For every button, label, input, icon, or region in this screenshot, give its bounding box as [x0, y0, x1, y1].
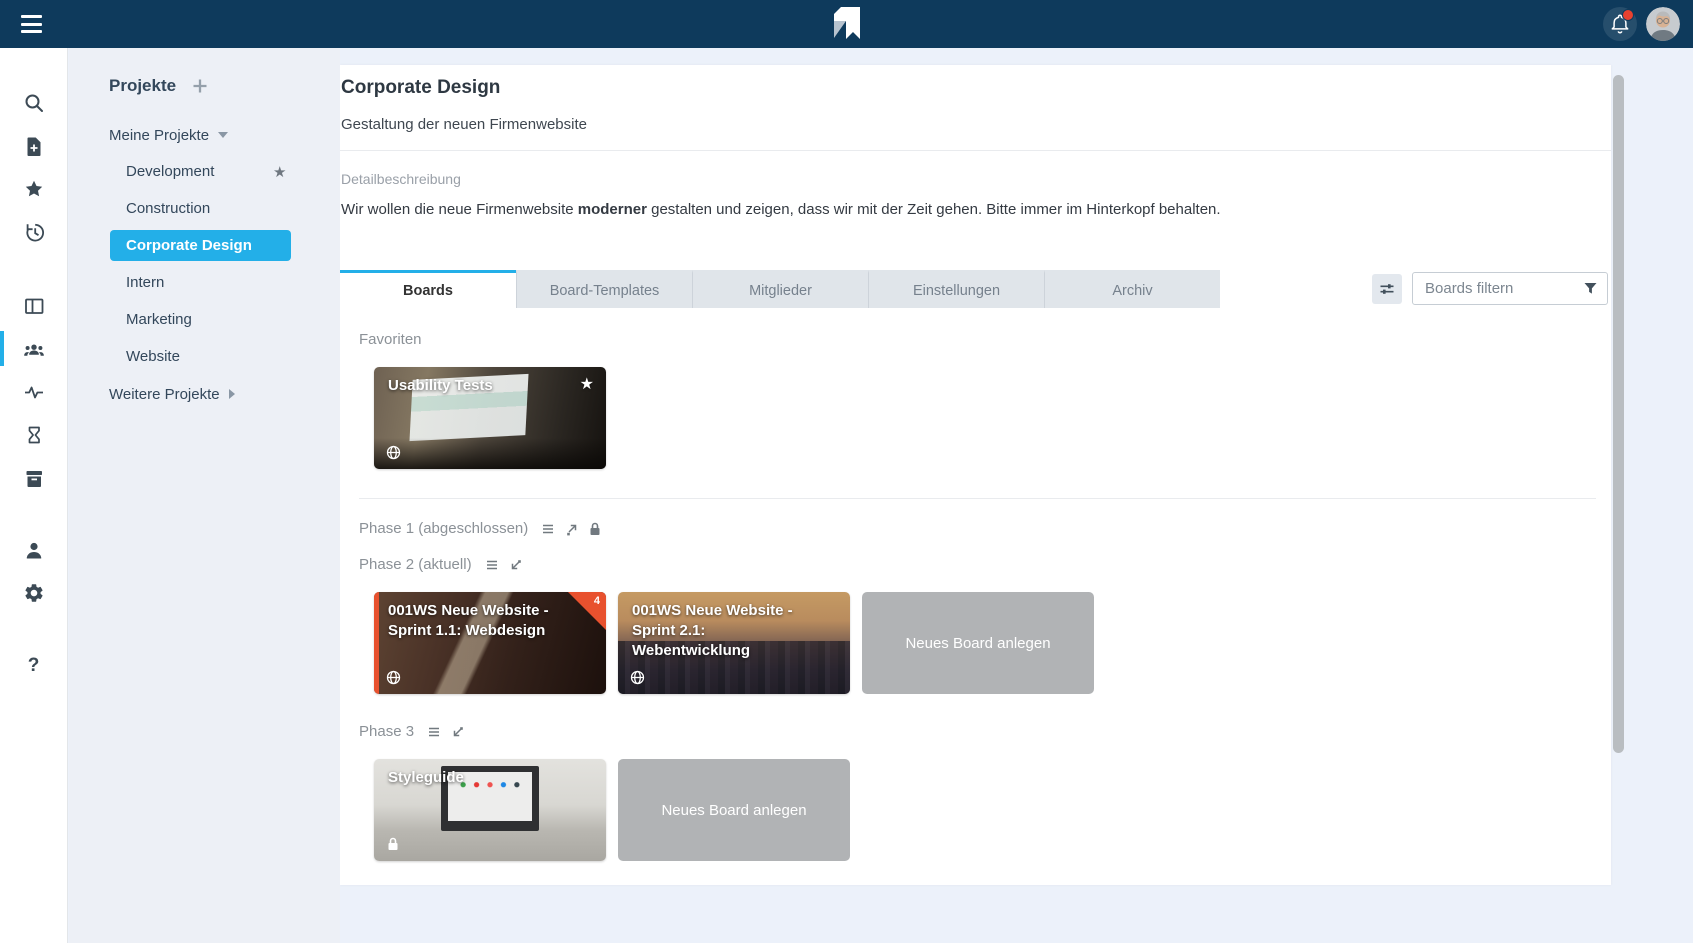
- lock-icon: [386, 836, 400, 852]
- section-header-phase3: Phase 3: [359, 723, 1611, 740]
- more-projects-label: Weitere Projekte: [109, 386, 220, 403]
- sidebar-item-archive[interactable]: [0, 456, 67, 499]
- section-label-phase3: Phase 3: [359, 723, 414, 740]
- section-label-phase2: Phase 2 (aktuell): [359, 556, 472, 573]
- help-icon: ?: [28, 655, 40, 677]
- expand-section-icon[interactable]: [564, 521, 580, 537]
- activity-pulse-icon: [23, 381, 45, 403]
- sidebar-item-settings[interactable]: [0, 571, 67, 614]
- page-subtitle: Gestaltung der neuen Firmenwebsite: [341, 116, 1611, 133]
- board-card-usability-tests[interactable]: Usability Tests ★: [374, 367, 606, 469]
- projects-title: Projekte: [109, 76, 176, 96]
- project-item-development[interactable]: Development ★: [69, 153, 340, 190]
- project-group-label: Meine Projekte: [109, 127, 209, 144]
- project-sidebar: Projekte Meine Projekte Development ★ Co…: [69, 48, 340, 943]
- groups-icon: [23, 338, 45, 360]
- topbar-actions: [1603, 7, 1680, 41]
- history-icon: [23, 221, 45, 243]
- gear-icon: [23, 582, 45, 604]
- add-project-button[interactable]: [192, 78, 208, 94]
- sidebar-item-search[interactable]: [0, 81, 67, 124]
- board-card-sprint-2-1[interactable]: 001WS Neue Website - Sprint 2.1: Webentw…: [618, 592, 850, 694]
- boards-filter-field: [1412, 272, 1608, 305]
- boards-filter-input[interactable]: [1423, 279, 1583, 298]
- new-board-button[interactable]: Neues Board anlegen: [862, 592, 1094, 694]
- board-favorite-star-icon[interactable]: ★: [580, 374, 594, 394]
- page-title: Corporate Design: [341, 77, 1611, 99]
- topbar: [0, 0, 1693, 48]
- vertical-scrollbar[interactable]: [1613, 75, 1624, 753]
- lock-icon: [588, 521, 602, 537]
- notification-badge: [1622, 9, 1634, 21]
- globe-icon: [630, 670, 645, 685]
- notifications-bell-icon[interactable]: [1603, 7, 1637, 41]
- board-columns-icon: [23, 295, 45, 317]
- section-menu-icon[interactable]: [426, 724, 442, 740]
- project-item-corporate-design[interactable]: Corporate Design: [69, 227, 340, 264]
- sidebar-item-favorites[interactable]: [0, 167, 67, 210]
- project-group-weitere-projekte[interactable]: Weitere Projekte: [69, 375, 340, 404]
- project-list: Development ★ Construction Corporate Des…: [69, 153, 340, 375]
- hourglass-icon: [23, 424, 45, 446]
- app-window: ? Projekte Meine Projekte Development ★ …: [0, 0, 1693, 943]
- project-item-marketing[interactable]: Marketing: [69, 301, 340, 338]
- sidebar-item-boards[interactable]: [0, 284, 67, 327]
- board-card-styleguide[interactable]: Styleguide: [374, 759, 606, 861]
- globe-icon: [386, 445, 401, 460]
- project-group-meine-projekte[interactable]: Meine Projekte: [69, 98, 340, 145]
- person-icon: [23, 539, 45, 561]
- section-header-phase2: Phase 2 (aktuell): [359, 556, 1611, 573]
- card-accent-stripe: [374, 592, 379, 694]
- description-label: Detailbeschreibung: [341, 171, 1611, 187]
- tune-icon: [1378, 280, 1396, 298]
- sidebar-item-history[interactable]: [0, 210, 67, 253]
- collapse-section-icon[interactable]: [508, 557, 524, 573]
- sidebar-item-profile[interactable]: [0, 528, 67, 571]
- globe-icon: [386, 670, 401, 685]
- notification-corner-badge: [568, 592, 606, 630]
- chevron-down-icon: [218, 132, 228, 138]
- section-menu-icon[interactable]: [484, 557, 500, 573]
- tab-einstellungen[interactable]: Einstellungen: [868, 270, 1044, 308]
- tab-mitglieder[interactable]: Mitglieder: [692, 270, 868, 308]
- filter-funnel-icon[interactable]: [1583, 281, 1598, 296]
- sidebar-item-new-note[interactable]: [0, 124, 67, 167]
- board-card-sprint-1-1[interactable]: 4 001WS Neue Website - Sprint 1.1: Webde…: [374, 592, 606, 694]
- collapse-section-icon[interactable]: [450, 724, 466, 740]
- new-board-button[interactable]: Neues Board anlegen: [618, 759, 850, 861]
- user-avatar[interactable]: [1646, 7, 1680, 41]
- tab-archiv[interactable]: Archiv: [1044, 270, 1220, 308]
- section-label-phase1: Phase 1 (abgeschlossen): [359, 520, 528, 537]
- sidebar-item-activity[interactable]: [0, 370, 67, 413]
- tab-bar: Boards Board-Templates Mitglieder Einste…: [340, 270, 1611, 308]
- tab-board-templates[interactable]: Board-Templates: [516, 270, 692, 308]
- divider: [359, 498, 1596, 499]
- menu-icon[interactable]: [21, 15, 42, 33]
- plus-icon: [192, 78, 208, 94]
- app-logo-icon: [834, 7, 860, 46]
- description-text: Wir wollen die neue Firmenwebsite modern…: [341, 201, 1611, 218]
- chevron-right-icon: [229, 389, 235, 399]
- icon-rail: ?: [0, 48, 68, 943]
- project-item-website[interactable]: Website: [69, 338, 340, 375]
- filter-options-button[interactable]: [1372, 274, 1402, 304]
- archive-icon: [23, 467, 45, 489]
- sidebar-item-groups[interactable]: [0, 327, 67, 370]
- sidebar-item-help[interactable]: ?: [0, 644, 67, 687]
- favorite-star-icon[interactable]: ★: [273, 163, 286, 181]
- star-icon: [23, 178, 45, 200]
- sidebar-item-time-tracking[interactable]: [0, 413, 67, 456]
- section-label-favoriten: Favoriten: [359, 331, 1611, 348]
- tab-boards[interactable]: Boards: [340, 270, 516, 308]
- notification-count: 4: [594, 595, 600, 607]
- note-add-icon: [23, 135, 45, 157]
- section-header-phase1: Phase 1 (abgeschlossen): [359, 520, 1611, 537]
- project-detail-panel: Corporate Design Gestaltung der neuen Fi…: [340, 65, 1611, 885]
- search-icon: [23, 92, 45, 114]
- project-item-intern[interactable]: Intern: [69, 264, 340, 301]
- section-menu-icon[interactable]: [540, 521, 556, 537]
- divider: [340, 150, 1611, 151]
- project-item-construction[interactable]: Construction: [69, 190, 340, 227]
